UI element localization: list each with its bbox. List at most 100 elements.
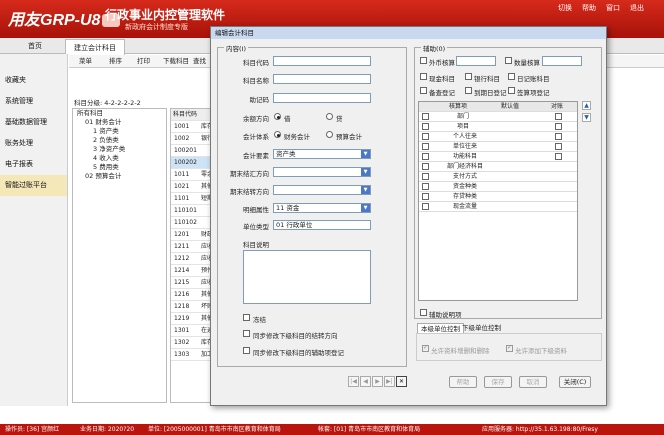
tab-home[interactable]: 首页 [20, 38, 50, 54]
tree-item[interactable]: 1 资产类 [73, 127, 166, 136]
toolbar-download[interactable]: 下载科目 [163, 55, 189, 68]
voucher-checkbox[interactable] [508, 87, 515, 94]
aux-row[interactable]: 支付方式 [419, 172, 577, 182]
sync-aux-checkbox[interactable] [243, 347, 250, 354]
balance-debit-radio[interactable] [274, 113, 281, 120]
table-row[interactable]: 1218 坏账 [171, 301, 214, 313]
tree-item[interactable]: 4 收入类 [73, 154, 166, 163]
toolbar-find[interactable]: 查找 [193, 55, 206, 68]
quantity-label: 数量核算 [514, 59, 540, 67]
aux-row[interactable]: 现金流量 [419, 202, 577, 212]
aux-row[interactable]: 存贷种类 [419, 192, 577, 202]
table-row[interactable]: 1101 短期 [171, 193, 214, 205]
code-input[interactable] [273, 56, 371, 66]
foreign-currency-checkbox[interactable] [420, 57, 427, 64]
aux-row[interactable]: 单位往来 [419, 142, 577, 152]
toolbar-print[interactable]: 打印 [137, 55, 150, 68]
close-button[interactable]: 关闭(C) [559, 376, 591, 388]
tab-own-unit[interactable]: 本级单位控制 [417, 323, 464, 333]
table-row[interactable]: 1211 应收 [171, 241, 214, 253]
quantity-input[interactable] [542, 56, 582, 66]
first-record-button[interactable]: |◀ [348, 376, 359, 387]
tab-sub-unit[interactable]: 下级单位控制 [459, 323, 504, 333]
sidebar-item-basic-data[interactable]: 基础数据管理 [0, 112, 67, 133]
table-row[interactable]: 1302 库存 [171, 337, 214, 349]
aux-row[interactable]: 部门 [419, 112, 577, 122]
table-row[interactable]: 1002 银行 [171, 133, 214, 145]
foreign-currency-input[interactable] [456, 56, 496, 66]
name-input[interactable] [273, 74, 371, 84]
prev-record-button[interactable]: ◀ [360, 376, 371, 387]
tree-item[interactable]: 5 费用类 [73, 163, 166, 172]
table-row[interactable]: 100202 [171, 157, 214, 169]
toolbar-sort[interactable]: 排序 [109, 55, 122, 68]
carry-direction-select[interactable]: ▼ [273, 185, 371, 195]
allow-delete-checkbox[interactable] [422, 344, 429, 352]
aux-row[interactable]: 部门经济科目 [419, 162, 577, 172]
table-row[interactable]: 100201 [171, 145, 214, 157]
code-label: 科目代码 [243, 59, 269, 67]
tree-item[interactable]: 3 净资产类 [73, 145, 166, 154]
expire-checkbox[interactable] [465, 87, 472, 94]
table-row[interactable]: 1001 库存 [171, 121, 214, 133]
menu-window[interactable]: 窗口 [606, 3, 620, 13]
aux-row[interactable]: 资金种类 [419, 182, 577, 192]
unit-type-input[interactable]: 01 行政单位 [273, 220, 371, 230]
description-textarea[interactable] [243, 250, 371, 304]
menu-switch[interactable]: 切换 [558, 3, 572, 13]
sidebar-item-system[interactable]: 系统管理 [0, 91, 67, 112]
explain-checkbox[interactable] [420, 309, 427, 316]
detail-select[interactable]: 11 资金 ▼ [273, 203, 371, 213]
aux-row[interactable]: 功能科目 [419, 152, 577, 162]
sidebar-item-accounting[interactable]: 账务处理 [0, 133, 67, 154]
table-row[interactable]: 1212 应收 [171, 253, 214, 265]
sidebar-item-posting[interactable]: 智能过账平台 [0, 175, 67, 196]
menu-help[interactable]: 帮助 [582, 3, 596, 13]
bank-account-checkbox[interactable] [465, 73, 472, 80]
quantity-checkbox[interactable] [505, 57, 512, 64]
element-select[interactable]: 资产类 ▼ [273, 149, 371, 159]
system-budget-radio[interactable] [326, 131, 333, 138]
toolbar-menu[interactable]: 菜单 [79, 55, 92, 68]
tree-item[interactable]: 02 预算会计 [73, 172, 166, 181]
allow-add-checkbox[interactable] [506, 344, 513, 352]
aux-row[interactable]: 项目 [419, 122, 577, 132]
tab-chart-of-accounts[interactable]: 建立会计科目 [65, 39, 125, 55]
save-button[interactable]: 保存 [484, 376, 512, 388]
table-row[interactable]: 1021 其他 [171, 181, 214, 193]
freeze-checkbox[interactable] [243, 314, 250, 321]
tree-item[interactable]: 所有科目 [73, 109, 166, 118]
mnemonic-input[interactable] [273, 93, 371, 103]
last-record-button[interactable]: ▶| [384, 376, 395, 387]
sidebar-item-reports[interactable]: 电子报表 [0, 154, 67, 175]
balance-credit-radio[interactable] [326, 113, 333, 120]
table-row[interactable]: 1215 应收 [171, 277, 214, 289]
journal-checkbox[interactable] [508, 73, 515, 80]
reverse-direction-select[interactable]: ▼ [273, 167, 371, 177]
table-row[interactable]: 1201 财政 [171, 229, 214, 241]
table-row[interactable]: 110102 [171, 217, 214, 229]
next-record-button[interactable]: ▶ [372, 376, 383, 387]
cancel-button[interactable]: 取消 [519, 376, 547, 388]
help-button[interactable]: 帮助 [449, 376, 477, 388]
move-up-icon[interactable]: ▲ [582, 101, 591, 110]
sidebar-item-favorites[interactable]: 收藏夹 [0, 70, 67, 91]
table-row[interactable]: 1301 在途 [171, 325, 214, 337]
move-down-icon[interactable]: ▼ [582, 113, 591, 122]
aux-row[interactable]: 个人往来 [419, 132, 577, 142]
tree-item[interactable]: 01 财务会计 [73, 118, 166, 127]
element-label: 会计要素 [243, 152, 269, 160]
menu-exit[interactable]: 退出 [630, 3, 644, 13]
tree-item[interactable]: 2 负债类 [73, 136, 166, 145]
memo-checkbox[interactable] [420, 87, 427, 94]
sync-carry-checkbox[interactable] [243, 330, 250, 337]
system-financial-radio[interactable] [274, 131, 281, 138]
table-row[interactable]: 110101 [171, 205, 214, 217]
table-row[interactable]: 1011 零余 [171, 169, 214, 181]
table-row[interactable]: 1303 加工 [171, 349, 214, 361]
cash-account-checkbox[interactable] [420, 73, 427, 80]
table-row[interactable]: 1216 其他 [171, 289, 214, 301]
table-row[interactable]: 1214 预付 [171, 265, 214, 277]
table-row[interactable]: 1219 其他 [171, 313, 214, 325]
close-icon[interactable]: ✕ [396, 376, 407, 387]
